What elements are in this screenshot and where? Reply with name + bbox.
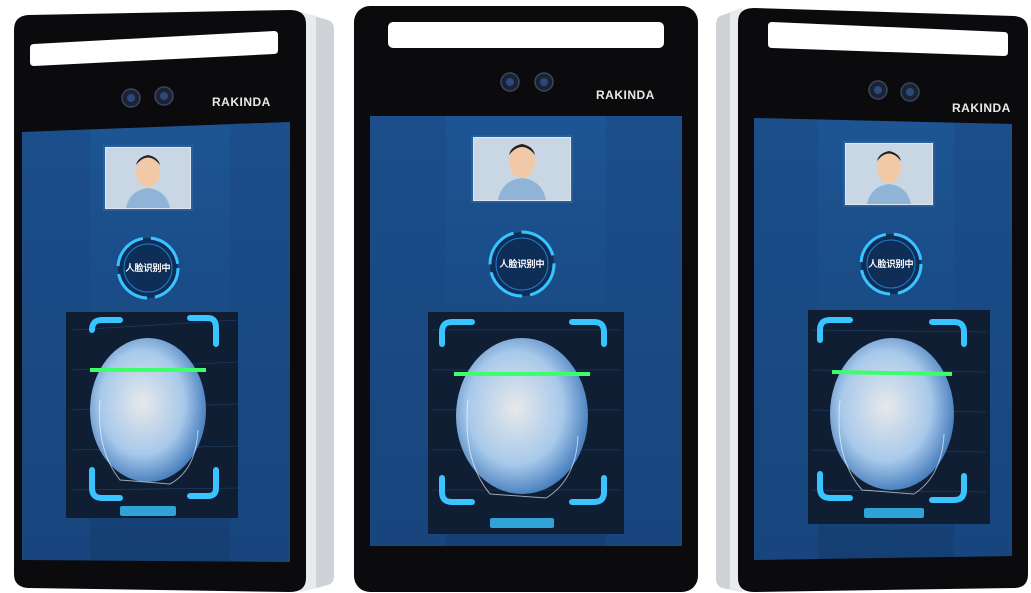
face-terminal-left-drawing: RAKINDA 人脸识别中 <box>14 10 334 592</box>
face-terminal-right: RAKINDA 人脸识别中 <box>714 0 1031 593</box>
brand-logo: RAKINDA <box>596 88 655 102</box>
status-label: 人脸识别中 <box>867 258 913 270</box>
face-terminal-center-drawing: RAKINDA 人脸识别中 <box>354 6 698 592</box>
face-terminal-center: RAKINDA 人脸识别中 <box>350 0 702 593</box>
light-bar <box>388 22 664 48</box>
video-preview <box>471 135 573 203</box>
face-scan-panel <box>808 310 990 524</box>
video-preview <box>103 145 193 211</box>
status-label: 人脸识别中 <box>124 262 170 274</box>
face-terminal-right-drawing: RAKINDA 人脸识别中 <box>716 8 1028 592</box>
brand-logo: RAKINDA <box>212 95 271 109</box>
brand-logo: RAKINDA <box>952 101 1011 115</box>
face-scan-panel <box>428 312 624 534</box>
video-preview <box>843 141 935 207</box>
status-label: 人脸识别中 <box>498 258 544 270</box>
face-terminal-left: RAKINDA 人脸识别中 <box>0 0 340 593</box>
face-scan-panel <box>66 312 239 518</box>
